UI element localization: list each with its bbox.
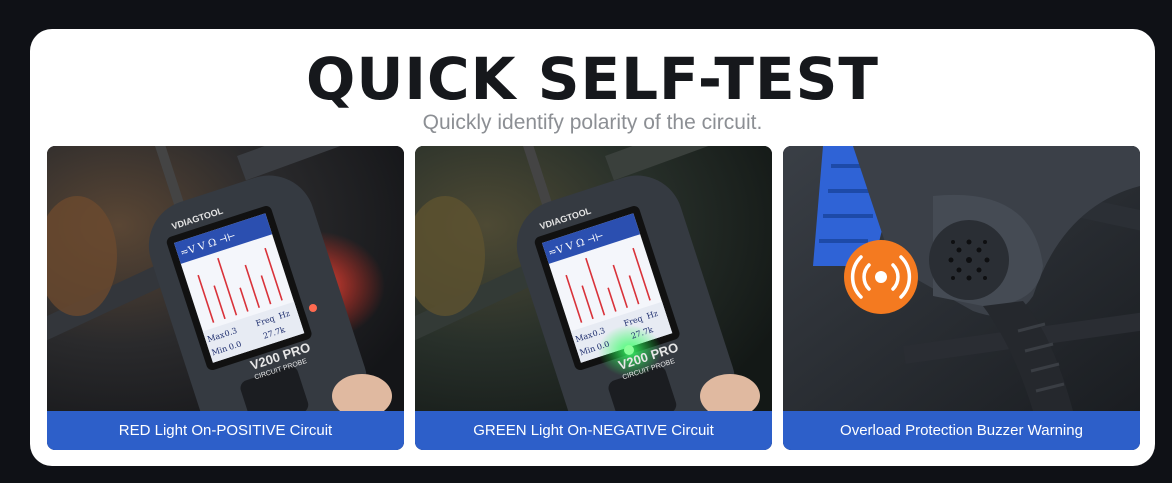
panel-caption: RED Light On-POSITIVE Circuit <box>47 411 404 450</box>
content-card: QUICK SELF-TEST Quickly identify polarit… <box>30 29 1155 466</box>
probe-buzzer-image <box>783 146 1140 411</box>
led-indicator <box>624 345 634 355</box>
panel-green-light: ≂V V Ω ⊣⊢ Max 0.3 Min 0.0 Freq Hz 27.7k … <box>415 146 772 450</box>
page-subtitle: Quickly identify polarity of the circuit… <box>422 111 763 134</box>
panel-buzzer-warning: Overload Protection Buzzer Warning <box>783 146 1140 450</box>
page-title: QUICK SELF-TEST <box>306 45 879 113</box>
panel-red-light: ≂V V Ω ⊣⊢ Max 0.3 Min 0.0 Freq Hz 27.7k … <box>47 146 404 450</box>
panel-caption: Overload Protection Buzzer Warning <box>783 411 1140 450</box>
probe-green-light-image: ≂V V Ω ⊣⊢ Max 0.3 Min 0.0 Freq Hz 27.7k … <box>415 146 772 411</box>
probe-red-light-image: ≂V V Ω ⊣⊢ Max 0.3 Min 0.0 Freq Hz 27.7k … <box>47 146 404 411</box>
led-indicator <box>309 304 317 312</box>
panel-caption: GREEN Light On-NEGATIVE Circuit <box>415 411 772 450</box>
